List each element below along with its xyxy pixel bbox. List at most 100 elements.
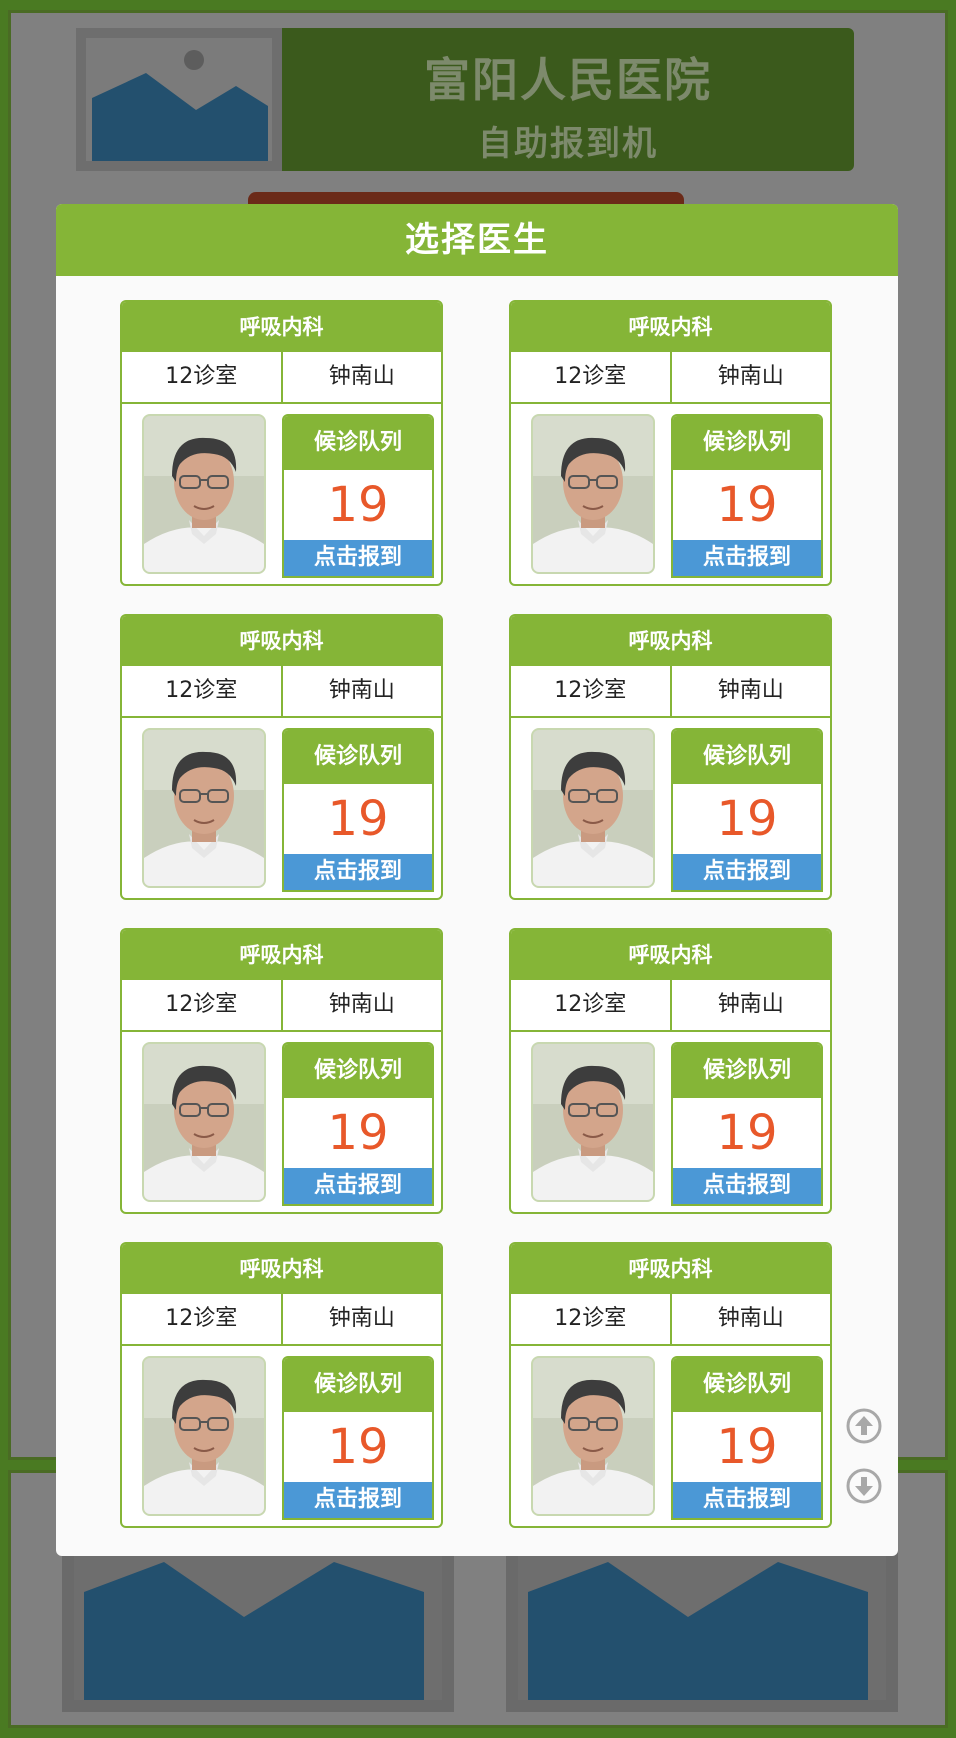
doctor-name: 钟南山 (328, 364, 395, 389)
doctor-card-body: 候诊队列 19 点击报到 (511, 1346, 830, 1526)
checkin-button[interactable]: 点击报到 (284, 1482, 432, 1518)
doctor-card[interactable]: 呼吸内科 12诊室 钟南山 候诊队列 19 点击报到 (120, 614, 443, 900)
queue-label: 候诊队列 (284, 1044, 432, 1098)
arrow-down-circle-icon[interactable] (846, 1468, 882, 1504)
doctor-card[interactable]: 呼吸内科 12诊室 钟南山 候诊队列 19 点击报到 (509, 614, 832, 900)
doctor-photo (531, 728, 655, 888)
queue-label: 候诊队列 (284, 1358, 432, 1412)
queue-count: 19 (284, 1412, 432, 1482)
checkin-button[interactable]: 点击报到 (284, 540, 432, 576)
room-label: 12诊室 (511, 666, 672, 716)
checkin-button[interactable]: 点击报到 (673, 854, 821, 890)
checkin-button[interactable]: 点击报到 (673, 540, 821, 576)
arrow-up-circle-icon[interactable] (846, 1408, 882, 1444)
queue-label: 候诊队列 (673, 1044, 821, 1098)
doctor-info-row: 12诊室 钟南山 (122, 352, 441, 404)
doctor-name: 钟南山 (717, 992, 784, 1017)
doctor-photo (531, 1356, 655, 1516)
avatar (533, 1044, 653, 1200)
queue-label: 候诊队列 (673, 416, 821, 470)
doctor-photo (142, 1042, 266, 1202)
doctor-info-row: 12诊室 钟南山 (122, 980, 441, 1032)
queue-label: 候诊队列 (673, 1358, 821, 1412)
avatar (144, 730, 264, 886)
avatar (533, 730, 653, 886)
doctor-photo (142, 1356, 266, 1516)
avatar (144, 1358, 264, 1514)
dialog-title: 选择医生 (56, 204, 898, 276)
queue-box: 候诊队列 19 点击报到 (671, 414, 823, 578)
doctor-name: 钟南山 (328, 678, 395, 703)
doctor-card[interactable]: 呼吸内科 12诊室 钟南山 候诊队列 19 点击报到 (509, 1242, 832, 1528)
department-label: 呼吸内科 (511, 616, 830, 666)
image-placeholder-icon (86, 38, 272, 161)
checkin-button[interactable]: 点击报到 (284, 854, 432, 890)
doctor-card-body: 候诊队列 19 点击报到 (511, 1032, 830, 1212)
doctor-card[interactable]: 呼吸内科 12诊室 钟南山 候诊队列 19 点击报到 (120, 928, 443, 1214)
checkin-button[interactable]: 点击报到 (673, 1482, 821, 1518)
doctor-card[interactable]: 呼吸内科 12诊室 钟南山 候诊队列 19 点击报到 (120, 1242, 443, 1528)
queue-box: 候诊队列 19 点击报到 (282, 1042, 434, 1206)
avatar (144, 1044, 264, 1200)
queue-box: 候诊队列 19 点击报到 (671, 1042, 823, 1206)
queue-box: 候诊队列 19 点击报到 (282, 728, 434, 892)
room-label: 12诊室 (122, 980, 283, 1030)
doctor-photo (142, 728, 266, 888)
avatar (533, 1358, 653, 1514)
doctor-info-row: 12诊室 钟南山 (511, 980, 830, 1032)
queue-box: 候诊队列 19 点击报到 (282, 414, 434, 578)
doctor-info-row: 12诊室 钟南山 (122, 666, 441, 718)
queue-count: 19 (673, 1412, 821, 1482)
doctor-card[interactable]: 呼吸内科 12诊室 钟南山 候诊队列 19 点击报到 (509, 928, 832, 1214)
queue-count: 19 (673, 470, 821, 540)
kiosk-subtitle: 自助报到机 (478, 124, 658, 164)
queue-count: 19 (284, 1098, 432, 1168)
doctor-name: 钟南山 (328, 1306, 395, 1331)
queue-label: 候诊队列 (284, 730, 432, 784)
hospital-header: 富阳人民医院 自助报到机 (282, 28, 854, 171)
room-label: 12诊室 (122, 352, 283, 402)
queue-label: 候诊队列 (284, 416, 432, 470)
department-label: 呼吸内科 (122, 1244, 441, 1294)
doctor-card-body: 候诊队列 19 点击报到 (511, 718, 830, 898)
room-label: 12诊室 (511, 980, 672, 1030)
queue-count: 19 (673, 784, 821, 854)
room-label: 12诊室 (122, 1294, 283, 1344)
doctor-name: 钟南山 (328, 992, 395, 1017)
doctor-name: 钟南山 (717, 1306, 784, 1331)
image-placeholder-icon (84, 1562, 424, 1700)
doctor-card-body: 候诊队列 19 点击报到 (122, 718, 441, 898)
checkin-button[interactable]: 点击报到 (673, 1168, 821, 1204)
doctor-card[interactable]: 呼吸内科 12诊室 钟南山 候诊队列 19 点击报到 (509, 300, 832, 586)
queue-box: 候诊队列 19 点击报到 (671, 1356, 823, 1520)
image-placeholder-icon (528, 1562, 868, 1700)
queue-count: 19 (284, 784, 432, 854)
doctor-info-row: 12诊室 钟南山 (122, 1294, 441, 1346)
queue-box: 候诊队列 19 点击报到 (671, 728, 823, 892)
doctor-card-body: 候诊队列 19 点击报到 (122, 1032, 441, 1212)
select-doctor-dialog: 选择医生 呼吸内科 12诊室 钟南山 候诊队列 19 点击报到 呼吸内科 12诊… (56, 204, 898, 1556)
hospital-name: 富阳人民医院 (424, 53, 712, 107)
doctor-photo (531, 414, 655, 574)
department-label: 呼吸内科 (511, 1244, 830, 1294)
queue-count: 19 (673, 1098, 821, 1168)
department-label: 呼吸内科 (122, 302, 441, 352)
doctor-name: 钟南山 (717, 678, 784, 703)
doctor-card-body: 候诊队列 19 点击报到 (511, 404, 830, 584)
checkin-button[interactable]: 点击报到 (284, 1168, 432, 1204)
avatar (144, 416, 264, 572)
doctor-card-body: 候诊队列 19 点击报到 (122, 1346, 441, 1526)
doctor-photo (531, 1042, 655, 1202)
doctor-name: 钟南山 (717, 364, 784, 389)
queue-label: 候诊队列 (673, 730, 821, 784)
department-label: 呼吸内科 (122, 616, 441, 666)
doctor-info-row: 12诊室 钟南山 (511, 352, 830, 404)
doctor-grid: 呼吸内科 12诊室 钟南山 候诊队列 19 点击报到 呼吸内科 12诊室 钟南山… (120, 300, 836, 1528)
department-label: 呼吸内科 (122, 930, 441, 980)
doctor-photo (142, 414, 266, 574)
doctor-card-body: 候诊队列 19 点击报到 (122, 404, 441, 584)
queue-box: 候诊队列 19 点击报到 (282, 1356, 434, 1520)
hospital-logo-placeholder (76, 28, 282, 171)
doctor-card[interactable]: 呼吸内科 12诊室 钟南山 候诊队列 19 点击报到 (120, 300, 443, 586)
room-label: 12诊室 (122, 666, 283, 716)
